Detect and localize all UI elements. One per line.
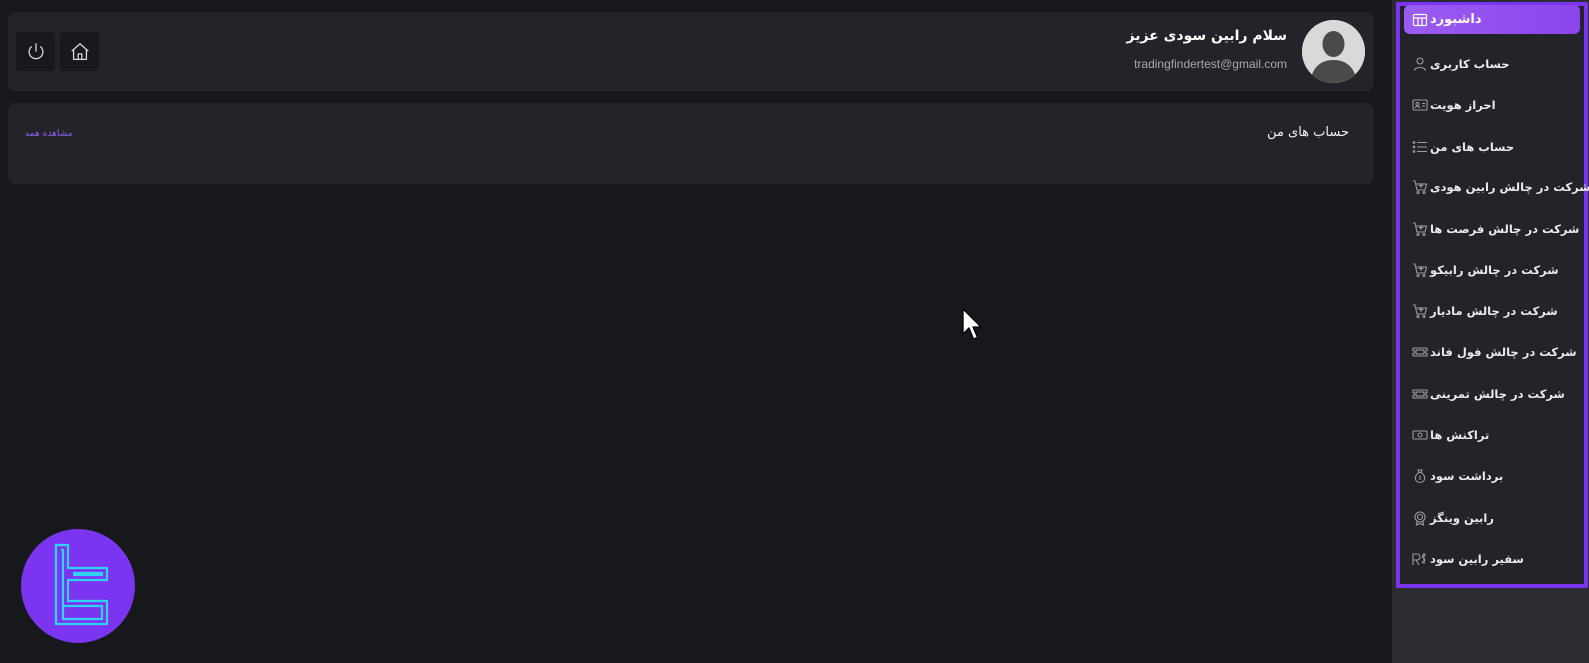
sidebar-item-8[interactable]: شرکت در چالش مادیار (1404, 297, 1580, 325)
user-icon (1410, 54, 1430, 74)
user-greeting: سلام رابین سودی عزیز (1126, 28, 1287, 44)
profile-header: سلام رابین سودی عزیز tradingfindertest@g… (8, 12, 1374, 91)
logo-mark-icon (54, 543, 109, 626)
user-email: tradingfindertest@gmail.com (1134, 57, 1287, 71)
view-all-link[interactable]: مشاهده همه (25, 129, 72, 139)
sidebar-item-3[interactable]: احراز هویت (1404, 91, 1580, 119)
user-silhouette-icon (1302, 20, 1365, 83)
sidebar-item-label: احراز هویت (1430, 98, 1496, 112)
power-icon (27, 42, 44, 59)
ambassador-icon (1410, 549, 1430, 569)
brand-logo (21, 529, 135, 643)
sidebar-item-label: شرکت در چالش رابیکو (1430, 263, 1559, 277)
sidebar-item-label: سفیر رابین سود (1430, 552, 1524, 566)
sidebar-item-label: برداشت سود (1430, 469, 1504, 483)
cart-plus-icon (1410, 301, 1430, 321)
ticket-icon (1410, 342, 1430, 362)
cart-plus-icon (1410, 219, 1430, 239)
sidebar-item-label: رابین وینگز (1430, 511, 1494, 525)
money-bag-icon (1410, 466, 1430, 486)
home-icon (70, 42, 89, 60)
sidebar-item-label: تراکنش ها (1430, 428, 1490, 442)
sidebar-item-label: حساب های من (1430, 140, 1515, 154)
badge-icon (1410, 508, 1430, 528)
table-icon (1410, 10, 1430, 30)
cart-plus-icon (1410, 260, 1430, 280)
sidebar-item-label: شرکت در چالش فرصت ها (1430, 222, 1580, 236)
mouse-cursor-icon (962, 308, 984, 346)
sidebar-item-4[interactable]: حساب های من (1404, 133, 1580, 161)
cash-icon (1410, 425, 1430, 445)
sidebar-item-6[interactable]: شرکت در چالش فرصت ها (1404, 215, 1580, 243)
sidebar-item-5[interactable]: شرکت در چالش رابین هودی (1404, 173, 1589, 201)
sidebar-item-label: داشبورد (1430, 12, 1482, 27)
logout-button[interactable] (16, 32, 55, 71)
sidebar-item-9[interactable]: شرکت در چالش فول فاند (1404, 338, 1580, 366)
sidebar-item-label: شرکت در چالش فول فاند (1430, 345, 1577, 359)
sidebar-item-1[interactable]: داشبورد (1404, 5, 1580, 34)
sidebar-item-14[interactable]: سفیر رابین سود (1404, 545, 1580, 573)
ticket-icon (1410, 384, 1430, 404)
sidebar-item-11[interactable]: تراکنش ها (1404, 421, 1580, 449)
cart-plus-icon (1410, 177, 1430, 197)
sidebar-item-label: حساب کاربری (1430, 57, 1510, 71)
list-icon (1410, 137, 1430, 157)
home-button[interactable] (60, 32, 99, 71)
sidebar-item-label: شرکت در چالش مادیار (1430, 304, 1558, 318)
sidebar-item-10[interactable]: شرکت در چالش تمرینی (1404, 380, 1580, 408)
sidebar-item-2[interactable]: حساب کاربری (1404, 50, 1580, 78)
my-accounts-title: حساب های من (1267, 125, 1349, 140)
id-card-icon (1410, 95, 1430, 115)
sidebar-item-label: شرکت در چالش رابین هودی (1430, 180, 1589, 194)
my-accounts-card: حساب های من مشاهده همه (8, 103, 1374, 184)
sidebar-item-label: شرکت در چالش تمرینی (1430, 387, 1565, 401)
sidebar-item-13[interactable]: رابین وینگز (1404, 504, 1580, 532)
sidebar-item-7[interactable]: شرکت در چالش رابیکو (1404, 256, 1580, 284)
avatar[interactable] (1302, 20, 1365, 83)
sidebar-item-12[interactable]: برداشت سود (1404, 462, 1580, 490)
sidebar-nav: داشبورد حساب کاربری احراز هویت حساب های من ش… (1396, 2, 1589, 588)
